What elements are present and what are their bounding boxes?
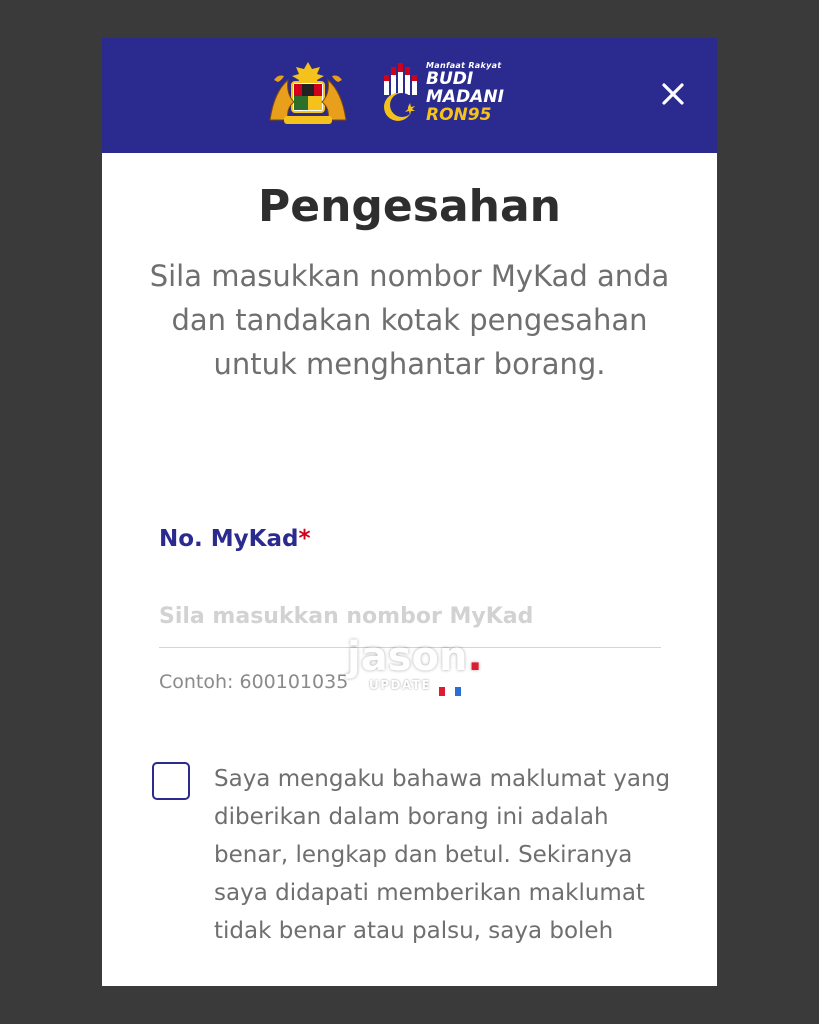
consent-text: Saya mengaku bahawa maklumat yang diberi…	[214, 766, 671, 944]
budi-madani-wordmark: Manfaat Rakyat BUDI MADANI RON95	[426, 61, 504, 124]
consent-checkbox[interactable]	[152, 762, 190, 800]
mykad-field-label: No. MyKad*	[159, 526, 311, 552]
mykad-example-hint: Contoh: 600101035	[159, 671, 349, 693]
logo-line-ron95: RON95	[426, 105, 492, 125]
logo-line-madani: MADANI	[426, 87, 504, 107]
watermark-sub: UPDATE	[369, 678, 432, 692]
close-icon[interactable]	[655, 76, 691, 112]
verification-modal: Manfaat Rakyat BUDI MADANI RON95 Pengesa…	[102, 38, 717, 986]
mykad-label-text: No. MyKad	[159, 526, 299, 552]
mykad-input[interactable]	[159, 586, 661, 648]
page-subtitle: Sila masukkan nombor MyKad anda dan tand…	[149, 259, 670, 381]
page-title: Pengesahan	[258, 181, 561, 232]
close-button[interactable]	[655, 76, 691, 112]
jalur-gemilang-icon	[384, 63, 417, 121]
modal-header: Manfaat Rakyat BUDI MADANI RON95	[102, 38, 717, 153]
budi-madani-logo: Manfaat Rakyat BUDI MADANI RON95	[380, 61, 515, 125]
logo-line-budi: BUDI	[426, 69, 474, 89]
malaysia-coat-of-arms-icon	[269, 62, 347, 124]
watermark-bars-icon	[439, 681, 463, 700]
required-asterisk: *	[298, 526, 311, 552]
